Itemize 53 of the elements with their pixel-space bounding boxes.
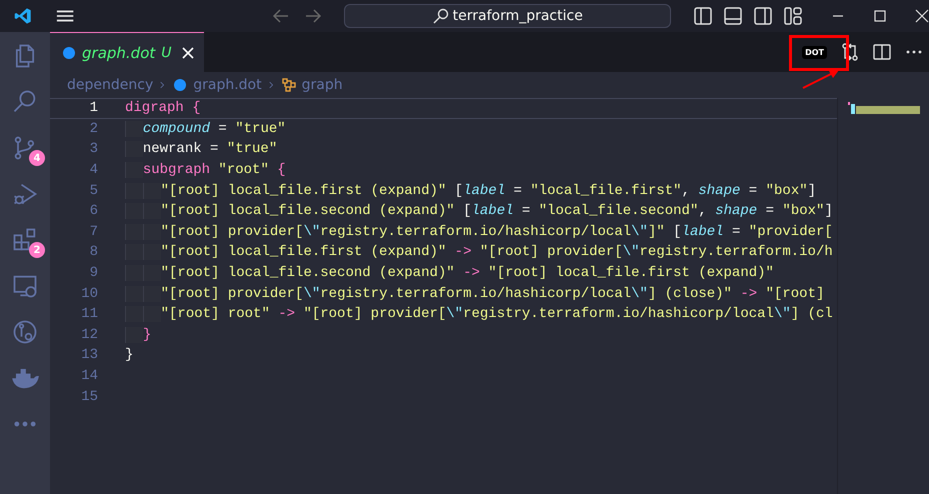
line-number: 12	[80, 326, 99, 343]
line-number: 2	[88, 120, 99, 137]
code-line: "[root] provider[\"registry.terraform.io/hashicorp/local\"] (close)" -> "[root]	[160, 286, 824, 302]
line-number: 6	[88, 203, 99, 220]
code-line: "[root] local_file.first (expand)" -> "[root] provider[\"registry.terraform.io/h	[160, 244, 833, 260]
code-line: newrank = "true"	[142, 141, 278, 158]
line-number: 11	[80, 306, 99, 322]
line-number: 1	[88, 100, 99, 116]
line-number: 3	[88, 141, 99, 158]
symbol-icon	[282, 78, 296, 92]
file-icon	[173, 78, 188, 92]
file-icon	[62, 46, 76, 60]
line-number: 4	[88, 162, 99, 178]
count-badge: 2	[29, 242, 45, 258]
maximize-icon[interactable]	[873, 9, 887, 23]
back-icon[interactable]	[272, 7, 290, 25]
annotation-arrow	[801, 68, 841, 90]
indent-guide	[125, 120, 143, 137]
sidebar-toggle-icon[interactable]	[693, 6, 713, 26]
code-line: subgraph "root" {	[142, 162, 286, 178]
close-icon[interactable]	[915, 9, 929, 23]
minimap-preview	[848, 102, 920, 116]
count-badge: 4	[29, 150, 45, 166]
search-icon	[432, 8, 449, 24]
line-number: 15	[80, 388, 99, 405]
editor-tab[interactable]: graph.dot U	[50, 32, 204, 72]
search-field[interactable]: terraform_practice	[344, 4, 671, 28]
forward-icon[interactable]	[304, 7, 322, 25]
line-number: 14	[80, 368, 99, 384]
line-number: 9	[88, 265, 99, 282]
menu-icon[interactable]	[56, 8, 74, 24]
code-line: digraph {	[125, 100, 201, 116]
line-number: 8	[88, 244, 99, 260]
code-line: compound = "true"	[142, 120, 286, 137]
line-number: 10	[80, 286, 99, 302]
line-number: 7	[88, 224, 99, 240]
code-line: "[root] local_file.second (expand)" -> "[root] local_file.first (expand)"	[160, 265, 774, 282]
preview-button[interactable]: DOT	[802, 46, 827, 58]
panel-toggle-icon[interactable]	[723, 6, 743, 26]
secondary-sidebar-icon[interactable]	[753, 6, 773, 26]
split-editor-icon[interactable]	[873, 43, 891, 61]
layout-icon[interactable]	[783, 6, 803, 26]
code-line: "[root] local_file.first (expand)" [label = "local_file.first", shape = "box"]	[160, 182, 816, 199]
compare-icon[interactable]	[841, 43, 859, 61]
code-line: "[root] local_file.second (expand)" [label = "local_file.second", shape = "box"]	[160, 203, 833, 220]
git-graph-icon[interactable]	[11, 318, 39, 346]
line-number: 5	[88, 182, 99, 199]
line-number: 13	[80, 347, 99, 364]
code-line: "[root] provider[\"registry.terraform.io/hashicorp/local\"]" [label = "provider[	[160, 224, 833, 240]
code-line: }	[125, 347, 134, 364]
code-line: }	[142, 326, 152, 343]
app-logo	[14, 6, 32, 26]
code-line: "[root] root" -> "[root] provider[\"registry.terraform.io/hashicorp/local\"] (cl	[160, 306, 833, 322]
